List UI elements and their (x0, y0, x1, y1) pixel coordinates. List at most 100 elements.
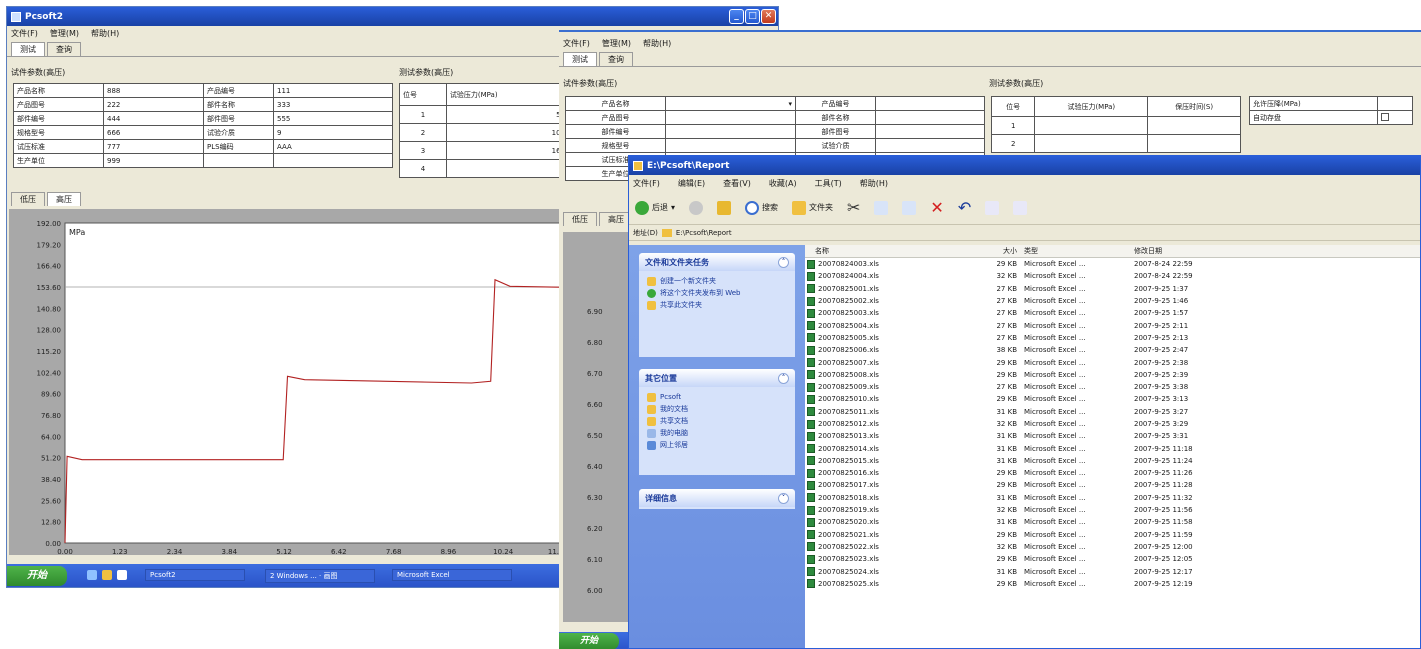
ie-icon[interactable] (87, 570, 97, 580)
back-button[interactable]: 后退 ▾ (635, 200, 675, 215)
media-icon[interactable] (117, 570, 127, 580)
param-value[interactable] (875, 138, 985, 153)
place-shared-documents[interactable]: 共享文档 (647, 415, 787, 427)
product-name-select[interactable]: ▾ (665, 96, 796, 111)
hold-time-cell[interactable] (1147, 116, 1241, 135)
pressure-cell[interactable]: 50 (445, 105, 570, 124)
file-row[interactable]: 20070825012.xls 32 KB Microsoft Excel ... 2… (805, 418, 1420, 430)
auto-save-checkbox[interactable] (1380, 112, 1389, 121)
tab-query-2[interactable]: 查询 (599, 52, 633, 66)
file-row[interactable]: 20070825009.xls 27 KB Microsoft Excel ... 2… (805, 381, 1420, 393)
taskbar-item-excel[interactable]: Microsoft Excel (392, 569, 512, 581)
param-value[interactable] (665, 124, 796, 139)
pressure-cell[interactable] (1034, 134, 1149, 153)
file-row[interactable]: 20070825019.xls 32 KB Microsoft Excel ... 2… (805, 504, 1420, 516)
param-value[interactable]: 333 (273, 97, 393, 112)
copy-icon[interactable] (874, 200, 889, 215)
file-row[interactable]: 20070825022.xls 32 KB Microsoft Excel ... 2… (805, 541, 1420, 553)
col-name[interactable]: 名称 (805, 246, 991, 256)
pressure-cell[interactable]: 100 (445, 123, 570, 142)
file-row[interactable]: 20070825003.xls 27 KB Microsoft Excel ... 2… (805, 307, 1420, 319)
file-row[interactable]: 20070825010.xls 29 KB Microsoft Excel ... 2… (805, 393, 1420, 405)
menu-file[interactable]: 文件(F) (11, 28, 38, 39)
param-value[interactable] (875, 96, 985, 111)
desktop-icon[interactable] (102, 570, 112, 580)
col-type[interactable]: 类型 (1021, 246, 1131, 256)
file-row[interactable]: 20070825014.xls 31 KB Microsoft Excel ... 2… (805, 442, 1420, 454)
maximize-button[interactable]: □ (745, 9, 760, 24)
menu-file-2[interactable]: 文件(F) (563, 38, 590, 49)
properties-icon[interactable] (985, 200, 1000, 215)
tab-high-pressure[interactable]: 高压 (47, 192, 81, 206)
file-row[interactable]: 20070825005.xls 27 KB Microsoft Excel ... 2… (805, 332, 1420, 344)
tab-test-2[interactable]: 测试 (563, 52, 597, 66)
tab-query[interactable]: 查询 (47, 42, 81, 56)
param-value[interactable]: 9 (273, 125, 393, 140)
task-publish-web[interactable]: 将这个文件夹发布到 Web (647, 287, 787, 299)
param-value[interactable]: AAA (273, 139, 393, 154)
minimize-button[interactable]: _ (729, 9, 744, 24)
param-value[interactable] (875, 124, 985, 139)
param-value[interactable]: 555 (273, 111, 393, 126)
pressure-cell[interactable] (445, 159, 570, 178)
menu-manage-2[interactable]: 管理(M) (602, 38, 631, 49)
file-row[interactable]: 20070825015.xls 31 KB Microsoft Excel ... 2… (805, 455, 1420, 467)
pressure-cell[interactable]: 160 (445, 141, 570, 160)
param-value[interactable] (273, 153, 393, 168)
file-row[interactable]: 20070825017.xls 29 KB Microsoft Excel ... 2… (805, 479, 1420, 491)
file-row[interactable]: 20070825023.xls 29 KB Microsoft Excel ... 2… (805, 553, 1420, 565)
tab-low-pressure-2[interactable]: 低压 (563, 212, 597, 226)
tab-test[interactable]: 测试 (11, 42, 45, 56)
up-folder-icon[interactable] (717, 200, 732, 215)
menu-manage[interactable]: 管理(M) (50, 28, 79, 39)
task-share-folder[interactable]: 共享此文件夹 (647, 299, 787, 311)
views-icon[interactable] (1013, 200, 1028, 215)
menu-view[interactable]: 查看(V) (723, 178, 751, 189)
menu-help-3[interactable]: 帮助(H) (860, 178, 888, 189)
file-row[interactable]: 20070825018.xls 31 KB Microsoft Excel ... 2… (805, 492, 1420, 504)
param-value[interactable] (665, 138, 796, 153)
folders-button[interactable]: 文件夹 (792, 200, 833, 215)
file-row[interactable]: 20070824004.xls 32 KB Microsoft Excel ... 2… (805, 270, 1420, 282)
search-button[interactable]: 搜索 (745, 200, 778, 215)
pressure-cell[interactable] (1034, 116, 1149, 135)
col-modified[interactable]: 修改日期 (1131, 246, 1251, 256)
close-button[interactable]: ✕ (761, 9, 776, 24)
cut-icon[interactable]: ✂ (847, 198, 860, 217)
menu-file-3[interactable]: 文件(F) (633, 178, 660, 189)
taskbar-item-pcsoft2[interactable]: Pcsoft2 (145, 569, 245, 581)
start-button-2[interactable]: 开始 (559, 633, 619, 649)
address-input[interactable]: E:\Pcsoft\Report (676, 229, 732, 237)
forward-icon[interactable] (689, 200, 704, 215)
menu-favorites[interactable]: 收藏(A) (769, 178, 797, 189)
place-my-computer[interactable]: 我的电脑 (647, 427, 787, 439)
menu-tools[interactable]: 工具(T) (815, 178, 842, 189)
col-size[interactable]: 大小 (991, 246, 1021, 256)
param-value[interactable]: 777 (103, 139, 204, 154)
menu-help-2[interactable]: 帮助(H) (643, 38, 671, 49)
param-value[interactable]: 222 (103, 97, 204, 112)
menu-edit[interactable]: 编辑(E) (678, 178, 705, 189)
hold-time-cell[interactable] (1147, 134, 1241, 153)
file-row[interactable]: 20070825007.xls 29 KB Microsoft Excel ... 2… (805, 356, 1420, 368)
file-row[interactable]: 20070825021.xls 29 KB Microsoft Excel ... 2… (805, 529, 1420, 541)
place-network[interactable]: 网上邻居 (647, 439, 787, 451)
collapse-icon[interactable]: ˄ (778, 256, 789, 268)
file-row[interactable]: 20070825016.xls 29 KB Microsoft Excel ... 2… (805, 467, 1420, 479)
taskbar-item-paint[interactable]: 2 Windows ... · 画图 (265, 569, 375, 583)
start-button[interactable]: 开始 (7, 566, 67, 586)
param-value[interactable]: 999 (103, 153, 204, 168)
param-value[interactable]: 444 (103, 111, 204, 126)
file-row[interactable]: 20070825024.xls 31 KB Microsoft Excel ... 2… (805, 565, 1420, 577)
delete-icon[interactable]: ✕ (930, 198, 943, 217)
menu-help[interactable]: 帮助(H) (91, 28, 119, 39)
file-row[interactable]: 20070824003.xls 29 KB Microsoft Excel ... 2… (805, 258, 1420, 270)
tab-low-pressure[interactable]: 低压 (11, 192, 45, 206)
file-row[interactable]: 20070825025.xls 29 KB Microsoft Excel ... 2… (805, 578, 1420, 590)
place-my-documents[interactable]: 我的文档 (647, 403, 787, 415)
file-row[interactable]: 20070825006.xls 38 KB Microsoft Excel ... 2… (805, 344, 1420, 356)
param-value[interactable] (875, 110, 985, 125)
param-value[interactable] (665, 110, 796, 125)
file-row[interactable]: 20070825002.xls 27 KB Microsoft Excel ... 2… (805, 295, 1420, 307)
file-row[interactable]: 20070825013.xls 31 KB Microsoft Excel ... 2… (805, 430, 1420, 442)
